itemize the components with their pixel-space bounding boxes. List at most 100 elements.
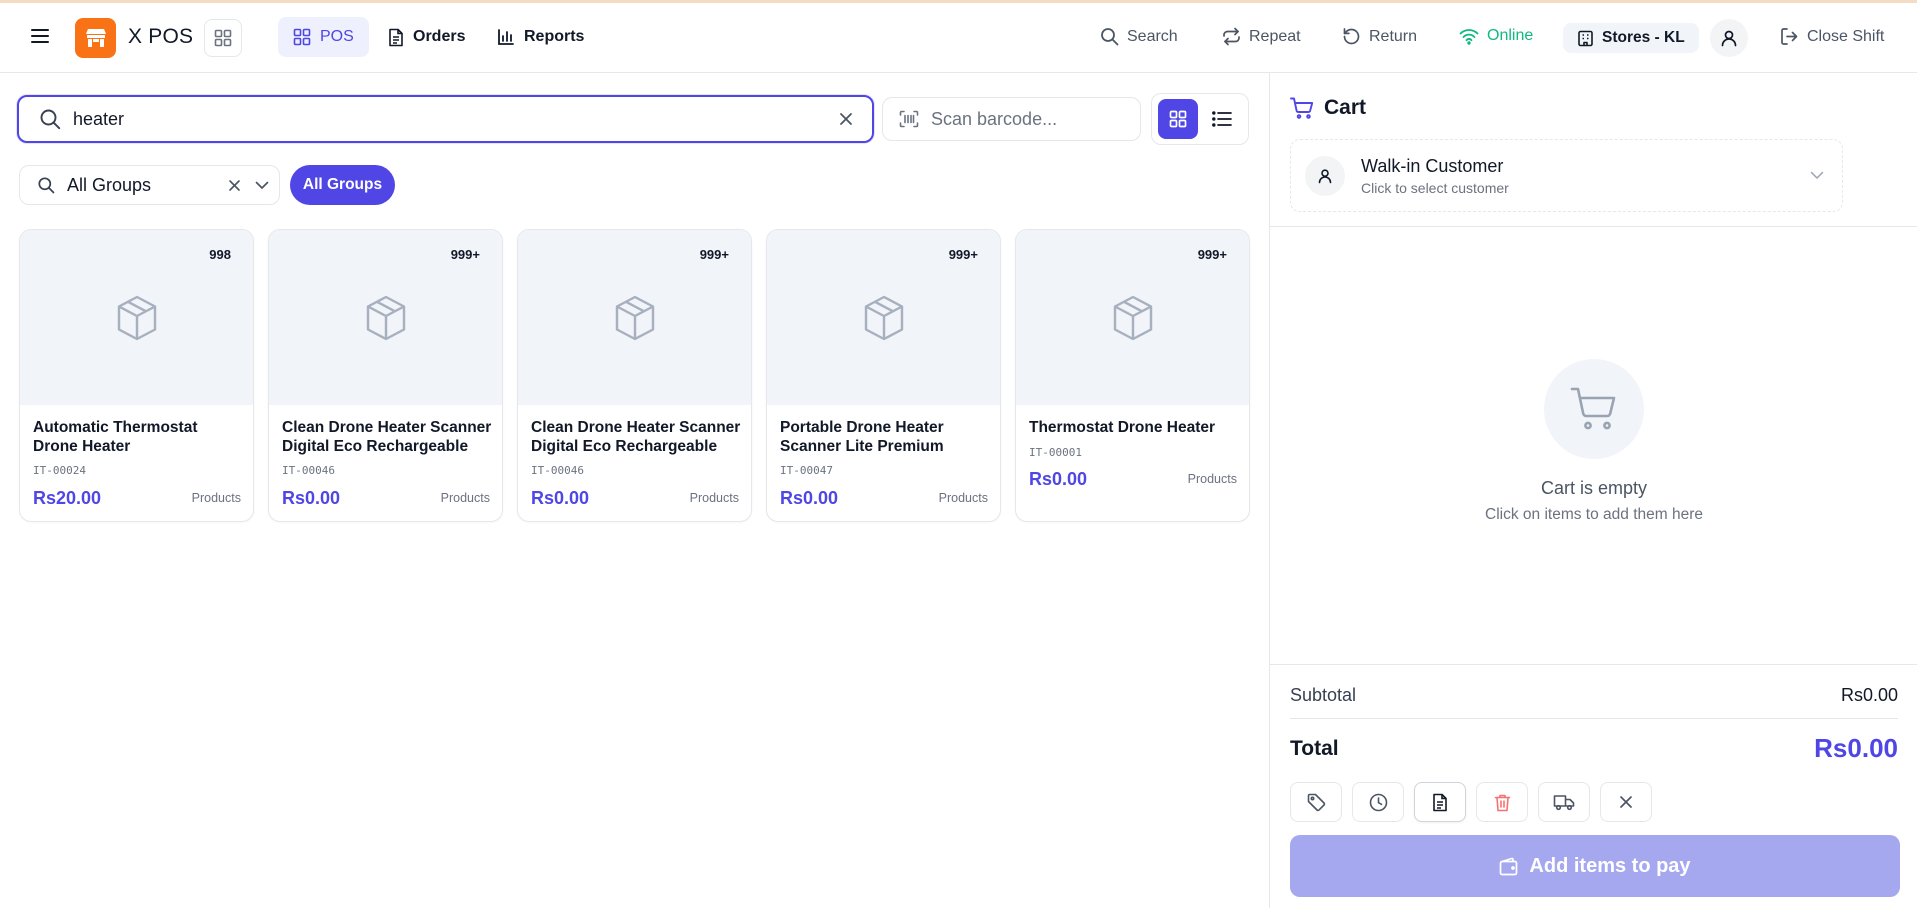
barcode-placeholder: Scan barcode... <box>931 108 1058 129</box>
discount-button[interactable] <box>1290 782 1342 822</box>
product-card[interactable]: 999+ Clean Drone Heater Scanner Digital … <box>268 229 503 522</box>
product-grid: 998 Automatic Thermostat Drone Heater IT… <box>19 229 1250 522</box>
tag-icon <box>1307 793 1326 812</box>
nav-label: Reports <box>524 28 585 45</box>
barcode-scan-icon <box>899 110 919 128</box>
close-shift-button[interactable]: Close Shift <box>1780 27 1884 46</box>
search-action[interactable]: Search <box>1100 27 1178 46</box>
truck-icon <box>1553 794 1575 811</box>
product-image-placeholder: 998 <box>20 230 253 405</box>
product-card[interactable]: 998 Automatic Thermostat Drone Heater IT… <box>19 229 254 522</box>
top-bar: X POS POS Orders Reports Search Repeat R… <box>0 3 1917 73</box>
subtotal-label: Subtotal <box>1290 685 1357 705</box>
total-label: Total <box>1290 736 1339 760</box>
connection-status-label: Online <box>1487 27 1534 44</box>
logout-icon <box>1780 27 1799 46</box>
total-row: Total Rs0.00 <box>1290 733 1898 764</box>
chevron-down-icon[interactable] <box>255 181 269 190</box>
product-code: IT-00046 <box>282 464 335 477</box>
group-chip-all-groups[interactable]: All Groups <box>290 165 395 205</box>
customer-name: Walk-in Customer <box>1361 155 1504 176</box>
product-name: Thermostat Drone Heater <box>1029 419 1216 436</box>
apps-grid-icon <box>214 29 232 47</box>
product-card[interactable]: 999+ Clean Drone Heater Scanner Digital … <box>517 229 752 522</box>
list-view-button[interactable] <box>1202 99 1242 139</box>
grid-view-button[interactable] <box>1158 99 1198 139</box>
store-selector-label: Stores - KL <box>1602 29 1685 46</box>
menu-icon[interactable] <box>31 28 49 44</box>
search-action-label: Search <box>1127 27 1178 45</box>
product-name: Clean Drone Heater Scanner Digital Eco R… <box>531 419 741 455</box>
repeat-action[interactable]: Repeat <box>1222 27 1301 46</box>
nav-label: Orders <box>413 28 466 45</box>
building-icon <box>1577 30 1594 47</box>
product-code: IT-00024 <box>33 464 86 477</box>
clock-icon <box>1369 793 1388 812</box>
stock-badge: 998 <box>209 247 231 262</box>
product-card[interactable]: 999+ Thermostat Drone Heater IT-00001 Rs… <box>1015 229 1250 522</box>
clear-cart-button[interactable] <box>1476 782 1528 822</box>
list-icon <box>1212 111 1232 127</box>
cart-empty-hint: Click on items to add them here <box>1485 506 1703 523</box>
cancel-order-button[interactable] <box>1600 782 1652 822</box>
product-image-placeholder: 999+ <box>269 230 502 405</box>
cart-header: Cart <box>1290 96 1366 120</box>
product-name: Clean Drone Heater Scanner Digital Eco R… <box>282 419 492 455</box>
store-selector[interactable]: Stores - KL <box>1563 23 1699 53</box>
user-icon <box>1305 155 1345 196</box>
repeat-action-label: Repeat <box>1249 27 1301 45</box>
product-category: Products <box>440 491 490 505</box>
product-name: Automatic Thermostat Drone Heater <box>33 419 198 455</box>
pay-button-label: Add items to pay <box>1529 854 1691 877</box>
product-code: IT-00001 <box>1029 446 1082 459</box>
wallet-icon <box>1499 857 1519 876</box>
product-category: Products <box>1187 472 1237 486</box>
close-icon <box>1619 795 1633 809</box>
total-value: Rs0.00 <box>1814 733 1898 763</box>
clear-filter-icon[interactable] <box>228 179 241 192</box>
group-filter-select[interactable]: All Groups <box>19 165 280 205</box>
product-price: Rs0.00 <box>1029 469 1088 489</box>
product-card[interactable]: 999+ Portable Drone Heater Scanner Lite … <box>766 229 1001 522</box>
undo-icon <box>1342 27 1361 46</box>
document-icon <box>388 28 404 47</box>
store-logo-icon <box>75 18 116 58</box>
grid-icon <box>293 28 311 46</box>
box-icon <box>862 294 906 342</box>
cart-panel: Cart Walk-in Customer Click to select cu… <box>1269 73 1917 908</box>
cart-summary-divider <box>1270 664 1917 665</box>
search-input-value[interactable]: heater <box>73 109 838 130</box>
search-icon <box>1100 27 1119 46</box>
box-icon <box>364 294 408 342</box>
product-image-placeholder: 999+ <box>518 230 751 405</box>
nav-orders[interactable]: Orders <box>373 17 480 57</box>
product-search-input[interactable]: heater <box>17 95 874 143</box>
product-category: Products <box>689 491 739 505</box>
delivery-button[interactable] <box>1538 782 1590 822</box>
hold-order-button[interactable] <box>1352 782 1404 822</box>
return-action[interactable]: Return <box>1342 27 1417 46</box>
box-icon <box>115 294 159 342</box>
notes-button[interactable] <box>1414 782 1466 822</box>
user-menu-button[interactable] <box>1710 19 1748 57</box>
connection-status: Online <box>1459 27 1533 45</box>
nav-reports[interactable]: Reports <box>482 17 599 57</box>
customer-selector[interactable]: Walk-in Customer Click to select custome… <box>1290 139 1843 212</box>
product-price: Rs0.00 <box>780 488 839 508</box>
shopping-cart-icon <box>1290 97 1314 119</box>
trash-icon <box>1494 793 1511 812</box>
cart-actions <box>1290 782 1652 822</box>
pay-button[interactable]: Add items to pay <box>1290 835 1900 897</box>
product-image-placeholder: 999+ <box>1016 230 1249 405</box>
cart-empty-title: Cart is empty <box>1540 478 1648 498</box>
chevron-down-icon <box>1810 171 1824 180</box>
product-price: Rs20.00 <box>33 488 102 508</box>
product-image-placeholder: 999+ <box>767 230 1000 405</box>
total-divider <box>1290 718 1898 719</box>
nav-pos[interactable]: POS <box>278 17 369 57</box>
barcode-input[interactable]: Scan barcode... <box>882 97 1141 141</box>
app-title: X POS <box>128 25 194 48</box>
clear-search-icon[interactable] <box>838 111 854 127</box>
apps-button[interactable] <box>204 19 242 57</box>
bar-chart-icon <box>497 28 515 46</box>
